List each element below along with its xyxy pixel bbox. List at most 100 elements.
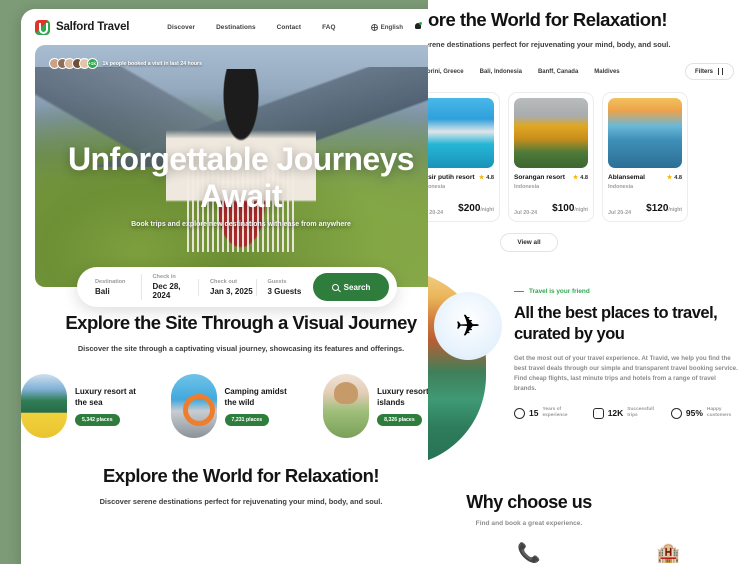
right-screenshot-panel: Explore the World for Relaxation! Discov…: [428, 0, 752, 564]
nav-item-faq[interactable]: FAQ: [322, 24, 335, 31]
map-icon: 🗺: [428, 543, 459, 564]
hotel-name: Ablansemal: [608, 174, 646, 181]
why-subtitle: Find and book a great experience.: [475, 520, 583, 527]
search-field-checkin[interactable]: Check in Dec 28, 2024: [140, 274, 199, 300]
guests-value: 3 Guests: [267, 286, 302, 296]
destination-filter-chips: Recommendation Santorini, Greece Bali, I…: [428, 63, 752, 80]
chip-maldives[interactable]: Maldives: [594, 69, 619, 75]
hero-title: Unforgettable Journeys Await: [68, 141, 415, 214]
checkout-label: Check out: [210, 278, 238, 285]
hotel-per-night: /night: [480, 207, 494, 213]
brand-name: Salford Travel: [56, 21, 130, 33]
visual-card-thumb: [170, 374, 217, 438]
booked-text: 1k people booked a visit in last 24 hour…: [102, 60, 202, 67]
star-icon: ★: [478, 175, 485, 181]
relaxation-subtitle: Discover serene destinations perfect for…: [99, 497, 383, 506]
visual-card-title: Luxury resort at the sea: [75, 387, 136, 407]
hotel-rating-value: 4.8: [674, 174, 682, 181]
hero-banner: +1k 1k people booked a visit in last 24 …: [35, 45, 428, 287]
relaxation-hero-subtitle: Discover serene destinations perfect for…: [428, 40, 671, 49]
hotel-card[interactable]: Sorangan resort ★ 4.8 Indonesia Jul 20-2…: [508, 92, 594, 222]
search-button[interactable]: Search: [313, 273, 389, 301]
search-bar[interactable]: Destination Bali Check in Dec 28, 2024 C…: [77, 267, 397, 307]
hotel-date: Jul 20-24: [514, 210, 538, 216]
visual-card[interactable]: Camping amidst the wild 7,231 places: [170, 374, 300, 438]
hotel-price: $100: [552, 203, 575, 214]
curated-title: All the best places to travel, curated b…: [514, 304, 718, 343]
hotel-rating: ★ 4.8: [667, 174, 682, 182]
search-field-checkout[interactable]: Check out Jan 3, 2025: [198, 278, 256, 296]
visual-card-thumb: [21, 374, 67, 438]
why-item: 📞 Support 24/7 Our customer experience t…: [459, 543, 598, 564]
hotel-card-image: [608, 98, 682, 168]
stat-value: 95%: [685, 408, 703, 418]
visual-card[interactable]: Luxury resort at the sea 5,342 places: [21, 374, 147, 438]
hotel-card-image: [428, 98, 494, 168]
site-header: Salford Travel Discover Destinations Con…: [21, 9, 428, 45]
relaxation-hero: Explore the World for Relaxation! Discov…: [428, 0, 752, 50]
checkin-label: Check in: [152, 274, 176, 280]
hotel-card[interactable]: Pasir putih resort ★ 4.8 Indonesia Jul 2…: [428, 92, 500, 222]
chip-santorini[interactable]: Santorini, Greece: [428, 69, 464, 75]
guests-label: Guests: [267, 278, 287, 285]
why-item: 🗺 Best guide Our expert tour guide knows…: [428, 543, 459, 564]
destination-label: Destination: [95, 278, 126, 285]
curated-kicker-label: Travel is your friend: [529, 288, 590, 295]
view-all-button[interactable]: View all: [500, 233, 558, 252]
smile-icon: [670, 407, 682, 419]
visual-card[interactable]: Luxury resort at the islands 8,326 place…: [323, 374, 428, 438]
booked-social-proof: +1k 1k people booked a visit in last 24 …: [49, 58, 202, 69]
globe-icon: [370, 23, 378, 31]
stat-value: 15: [529, 408, 539, 418]
travel-landing-page: Salford Travel Discover Destinations Con…: [21, 9, 428, 564]
hotel-rating: ★ 4.8: [478, 174, 494, 182]
hotel-name: Pasir putih resort: [428, 174, 475, 181]
hotel-location: Indonesia: [608, 184, 634, 190]
hotel-date: Jul 20-24: [608, 210, 632, 216]
visual-card-badge: 7,231 places: [224, 414, 270, 426]
chip-bali[interactable]: Bali, Indonesia: [480, 69, 522, 75]
nav-item-discover[interactable]: Discover: [167, 24, 195, 31]
experience-icon: [514, 407, 525, 419]
filters-label: Filters: [694, 68, 713, 75]
hotel-card-image: [514, 98, 588, 168]
star-icon: ★: [572, 175, 579, 181]
notification-bell-icon[interactable]: [414, 22, 422, 31]
hotel-rating: ★ 4.8: [572, 174, 588, 182]
curated-section: ✈ Travel is your friend All the best pla…: [428, 270, 752, 466]
sliders-icon: [717, 68, 724, 75]
chip-banff[interactable]: Banff, Canada: [538, 69, 578, 75]
hotel-per-night: /night: [668, 207, 682, 213]
left-screenshot-panel: Salford Travel Discover Destinations Con…: [0, 0, 428, 564]
search-field-destination[interactable]: Destination Bali: [95, 279, 141, 296]
why-item: 🏨 Luxury hotels We realize ideas from si…: [599, 543, 738, 564]
stat-item: 12K Successfull trips: [592, 407, 657, 419]
hotel-card[interactable]: Ablansemal ★ 4.8 Indonesia Jul 20-24 $12…: [602, 92, 688, 222]
hotel-rating-value: 4.8: [486, 174, 494, 181]
hero-subtitle: Book trips and explore new destinations …: [131, 221, 351, 228]
nav-item-destinations[interactable]: Destinations: [216, 24, 256, 31]
visual-journey-subtitle: Discover the site through a captivating …: [77, 344, 405, 353]
hotel-price: $120: [646, 203, 669, 214]
travel-landing-page-continued: Explore the World for Relaxation! Discov…: [428, 0, 752, 564]
search-button-label: Search: [343, 282, 371, 292]
visual-card-badge: 5,342 places: [75, 414, 120, 426]
curated-kicker: Travel is your friend: [514, 288, 738, 295]
header-actions: English S: [370, 20, 428, 34]
search-icon: [331, 283, 339, 291]
filters-button[interactable]: Filters: [684, 63, 734, 80]
brand-logo[interactable]: Salford Travel: [35, 19, 130, 35]
search-field-guests[interactable]: Guests 3 Guests: [255, 278, 314, 296]
hotel-icon: 🏨: [656, 543, 681, 564]
hotel-cards-row: Sunset resort ★ 4.8 Indonesia Jul 20-24 …: [428, 92, 752, 222]
relaxation-title: Explore the World for Relaxation!: [102, 465, 380, 486]
nav-item-contact[interactable]: Contact: [277, 24, 302, 31]
why-choose-us-section: Why choose us Find and book a great expe…: [428, 492, 752, 564]
hotel-name: Sorangan resort: [514, 174, 565, 181]
hotel-location: Indonesia: [514, 184, 540, 190]
stat-label: Successfull trips: [627, 407, 654, 418]
checkout-value: Jan 3, 2025: [210, 286, 253, 296]
language-selector[interactable]: English: [370, 23, 403, 31]
hotel-rating-value: 4.8: [580, 174, 588, 181]
curated-text-block: Travel is your friend All the best place…: [486, 270, 752, 466]
